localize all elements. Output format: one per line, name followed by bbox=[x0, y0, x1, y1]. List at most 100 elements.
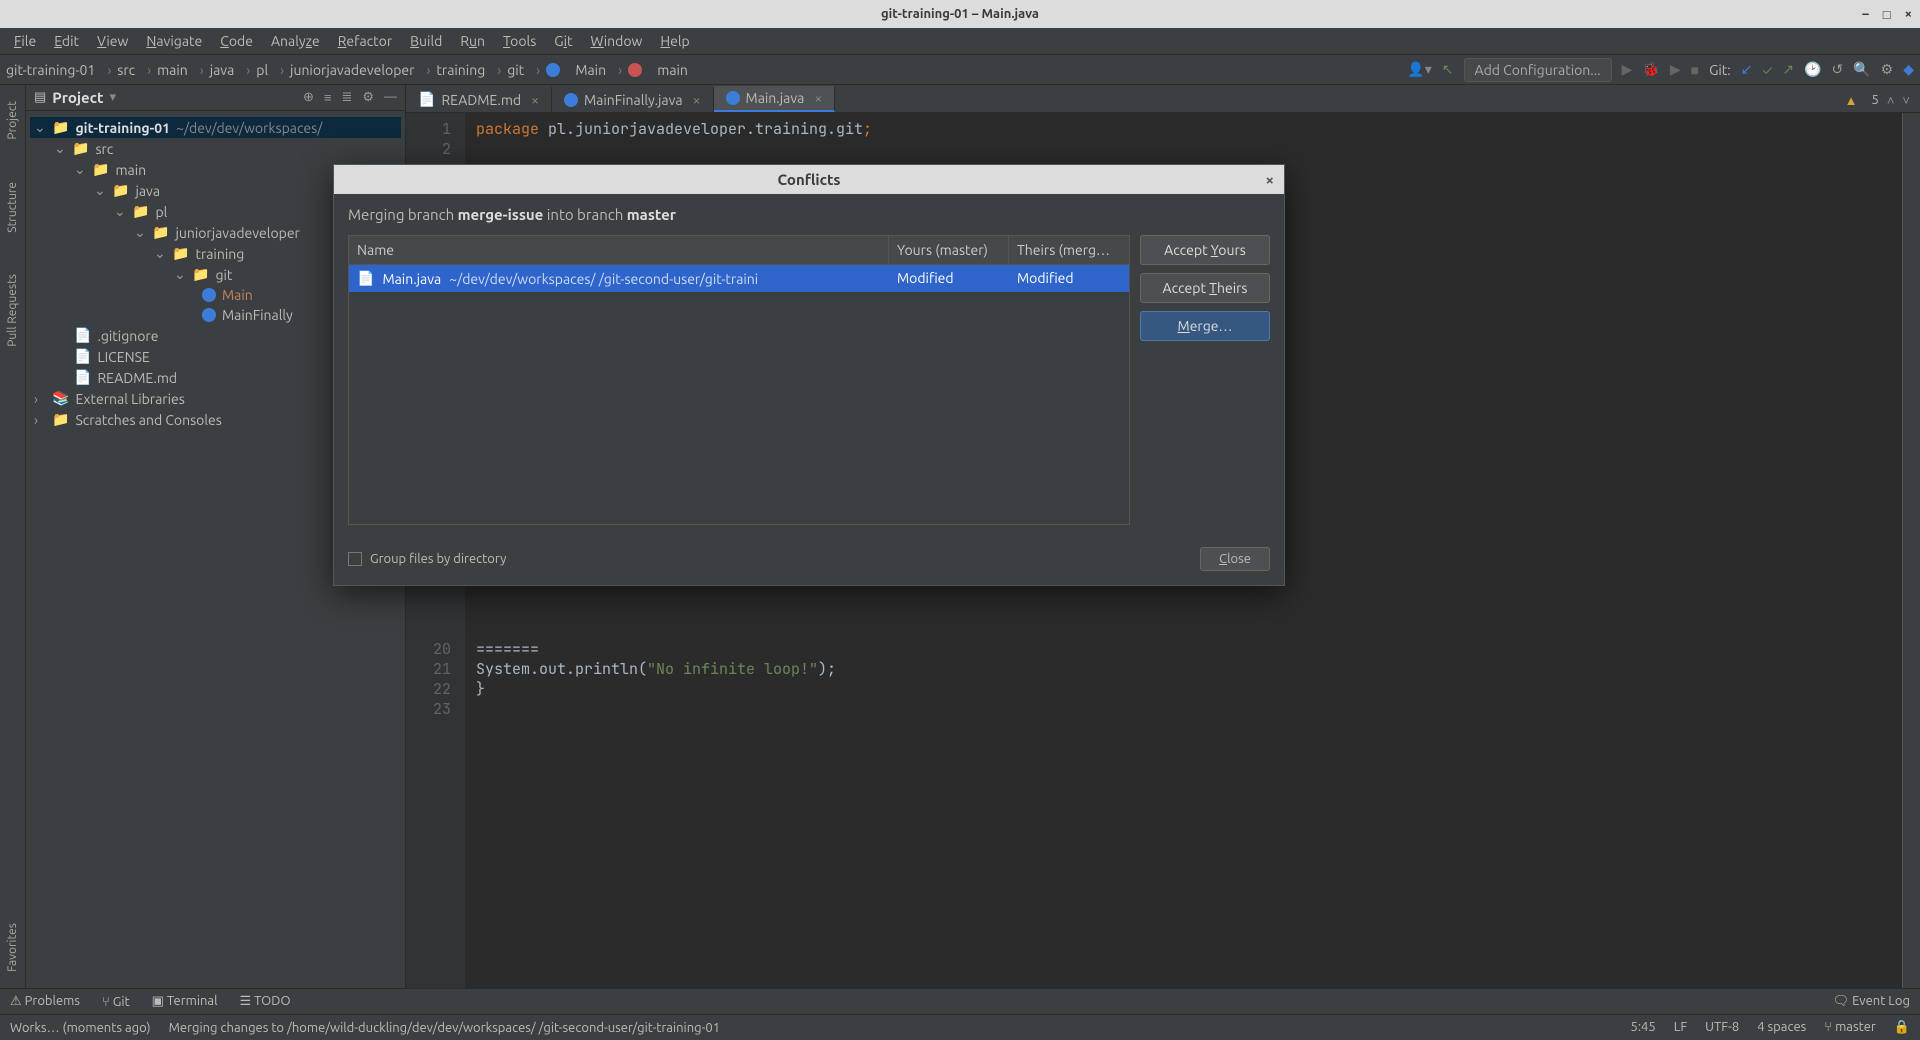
col-theirs[interactable]: Theirs (merg… bbox=[1009, 236, 1129, 264]
crumb-project[interactable]: git-training-01 bbox=[6, 62, 111, 78]
editor-scroll-stripe[interactable] bbox=[1902, 113, 1920, 988]
inspection-warning-icon[interactable]: ▲ bbox=[1845, 93, 1858, 108]
tree-src[interactable]: 📁 src bbox=[30, 138, 401, 159]
menu-file[interactable]: File bbox=[6, 31, 44, 51]
tool-problems[interactable]: ⚠ Problems bbox=[10, 994, 80, 1009]
crumb-java[interactable]: java bbox=[210, 62, 251, 78]
warning-count: 5 bbox=[1871, 93, 1878, 108]
menu-analyze[interactable]: Analyze bbox=[263, 31, 328, 51]
group-by-dir-checkbox[interactable] bbox=[348, 552, 362, 566]
dialog-close-icon[interactable]: × bbox=[1266, 171, 1274, 188]
git-update-icon[interactable]: ↙ bbox=[1741, 61, 1753, 78]
window-title: git-training-01 – Main.java bbox=[881, 7, 1039, 21]
tool-terminal[interactable]: ▣ Terminal bbox=[152, 994, 218, 1009]
close-window-icon[interactable]: × bbox=[1905, 7, 1912, 22]
collapse-all-icon[interactable]: ≣ bbox=[341, 90, 352, 105]
crumb-src[interactable]: src bbox=[117, 62, 151, 78]
col-yours[interactable]: Yours (master) bbox=[889, 236, 1009, 264]
group-by-dir-label: Group files by directory bbox=[370, 552, 506, 566]
close-tab-icon[interactable]: × bbox=[531, 92, 539, 108]
rail-project[interactable]: Project bbox=[6, 95, 19, 146]
menu-build[interactable]: Build bbox=[402, 31, 450, 51]
status-task[interactable]: Works… (moments ago) bbox=[10, 1021, 151, 1035]
sidebar-settings-icon[interactable]: ⚙ bbox=[362, 90, 374, 105]
crumb-training[interactable]: training bbox=[436, 62, 501, 78]
expand-all-icon[interactable]: ≡ bbox=[324, 90, 332, 105]
close-tab-icon[interactable]: × bbox=[693, 92, 701, 108]
merge-button[interactable]: Merge… bbox=[1140, 311, 1270, 341]
crumb-git[interactable]: git bbox=[507, 62, 540, 78]
menubar: File Edit View Navigate Code Analyze Ref… bbox=[0, 28, 1920, 55]
git-rollback-icon[interactable]: ↺ bbox=[1831, 61, 1843, 78]
tool-todo[interactable]: ☰ TODO bbox=[240, 994, 291, 1009]
menu-view[interactable]: View bbox=[89, 31, 136, 51]
crumb-method[interactable]: main bbox=[628, 62, 700, 78]
minimize-icon[interactable]: – bbox=[1862, 7, 1869, 22]
git-history-icon[interactable]: 🕑 bbox=[1804, 61, 1821, 78]
menu-refactor[interactable]: Refactor bbox=[330, 31, 400, 51]
crumb-pkg[interactable]: juniorjavadeveloper bbox=[290, 62, 430, 78]
menu-navigate[interactable]: Navigate bbox=[138, 31, 210, 51]
git-commit-icon[interactable]: ✓ bbox=[1762, 62, 1772, 78]
tool-git[interactable]: ⑂ Git bbox=[102, 995, 130, 1009]
line-number: 22 bbox=[412, 679, 451, 699]
crumb-main[interactable]: main bbox=[157, 62, 204, 78]
menu-tools[interactable]: Tools bbox=[495, 31, 544, 51]
status-encoding[interactable]: UTF-8 bbox=[1705, 1020, 1739, 1035]
status-line-sep[interactable]: LF bbox=[1674, 1020, 1687, 1035]
ide-icon[interactable]: ◆ bbox=[1903, 61, 1914, 78]
crumb-class[interactable]: Main bbox=[546, 62, 622, 78]
status-lock-icon[interactable]: 🔒 bbox=[1894, 1020, 1910, 1035]
method-icon bbox=[628, 63, 642, 77]
stop-icon[interactable]: ■ bbox=[1691, 62, 1699, 78]
menu-code[interactable]: Code bbox=[212, 31, 261, 51]
crumb-pl[interactable]: pl bbox=[256, 62, 284, 78]
statusbar: Works… (moments ago) Merging changes to … bbox=[0, 1014, 1920, 1040]
locate-icon[interactable]: ⊕ bbox=[303, 90, 314, 105]
user-icon[interactable]: 👤▾ bbox=[1407, 61, 1431, 78]
conflict-row[interactable]: 📄Main.java ~/dev/dev/workspaces/ /git-se… bbox=[349, 265, 1129, 292]
tree-root[interactable]: 📁 git-training-01 ~/dev/dev/workspaces/ bbox=[30, 117, 401, 138]
git-push-icon[interactable]: ↗ bbox=[1782, 61, 1794, 78]
menu-edit[interactable]: Edit bbox=[46, 31, 87, 51]
menu-git[interactable]: Git bbox=[546, 31, 580, 51]
chevron-down-icon[interactable]: ˅ bbox=[1902, 93, 1910, 108]
chevron-up-icon[interactable]: ˄ bbox=[1887, 93, 1895, 108]
hide-sidebar-icon[interactable]: — bbox=[384, 90, 397, 105]
rail-structure[interactable]: Structure bbox=[6, 176, 19, 239]
maximize-icon[interactable]: □ bbox=[1883, 7, 1891, 22]
search-icon[interactable]: 🔍 bbox=[1853, 61, 1870, 78]
tab-main[interactable]: Main.java× bbox=[714, 86, 836, 112]
tab-readme[interactable]: 📄 README.md× bbox=[406, 87, 552, 112]
col-name[interactable]: Name bbox=[349, 236, 889, 264]
conflicts-table[interactable]: Name Yours (master) Theirs (merg… 📄Main.… bbox=[348, 235, 1130, 525]
event-log[interactable]: 🗨 Event Log bbox=[1833, 994, 1910, 1009]
build-hammer-icon[interactable]: ↖ bbox=[1442, 61, 1454, 78]
run-icon[interactable]: ▶ bbox=[1622, 61, 1633, 78]
dialog-title: Conflicts × bbox=[334, 165, 1284, 194]
sidebar-view-mode-dropdown[interactable]: ▾ bbox=[110, 90, 117, 105]
debug-icon[interactable]: 🐞 bbox=[1642, 61, 1659, 78]
sidebar-title[interactable]: Project bbox=[52, 89, 103, 106]
status-caret-pos[interactable]: 5:45 bbox=[1631, 1020, 1656, 1035]
close-button[interactable]: Close bbox=[1200, 547, 1270, 571]
close-tab-icon[interactable]: × bbox=[814, 90, 822, 106]
left-tool-rail: Project Structure Pull Requests Favorite… bbox=[0, 85, 26, 988]
status-indent[interactable]: 4 spaces bbox=[1757, 1020, 1806, 1035]
coverage-icon[interactable]: ▶ bbox=[1670, 61, 1681, 78]
rail-pull-requests[interactable]: Pull Requests bbox=[6, 268, 19, 353]
tab-mainfinally[interactable]: MainFinally.java× bbox=[552, 88, 714, 112]
status-branch[interactable]: ⑂ master bbox=[1824, 1020, 1876, 1035]
accept-theirs-button[interactable]: Accept Theirs bbox=[1140, 273, 1270, 303]
rail-favorites[interactable]: Favorites bbox=[6, 917, 19, 978]
accept-yours-button[interactable]: Accept Yours bbox=[1140, 235, 1270, 265]
editor-tabs: 📄 README.md× MainFinally.java× Main.java… bbox=[406, 85, 1920, 113]
settings-icon[interactable]: ⚙ bbox=[1881, 61, 1894, 78]
menu-help[interactable]: Help bbox=[652, 31, 697, 51]
conflicts-dialog: Conflicts × Merging branch merge-issue i… bbox=[333, 164, 1285, 586]
menu-run[interactable]: Run bbox=[452, 31, 493, 51]
breadcrumbs: git-training-01 src main java pl juniorj… bbox=[6, 62, 700, 78]
add-configuration-button[interactable]: Add Configuration... bbox=[1464, 58, 1612, 82]
cell-theirs: Modified bbox=[1009, 265, 1129, 292]
menu-window[interactable]: Window bbox=[583, 31, 651, 51]
